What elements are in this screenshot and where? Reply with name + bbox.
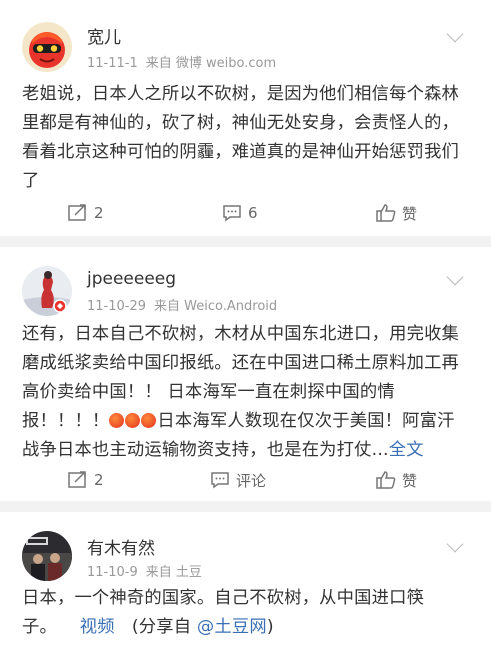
post-card: jpeeeeeeg 11-10-29 来自 Weico.Android 还有，日本… [0, 247, 491, 501]
repost-count: 2 [94, 204, 104, 222]
weibo-feed: 宽儿 11-11-1 来自 微博 weibo.com 老姐说，日本人之所以不砍树，… [0, 0, 491, 662]
repost-icon [68, 204, 86, 221]
angry-emoji-icon [141, 413, 157, 428]
like-icon [376, 204, 396, 222]
source-prefix: 来自 [145, 565, 172, 580]
comment-icon [223, 205, 241, 222]
expand-full-text-link[interactable]: 全文 [389, 440, 424, 460]
repost-button[interactable]: 2 [68, 198, 104, 228]
post-source: Weico.Android [184, 299, 278, 314]
share-prefix: (分享自 [131, 617, 192, 637]
post-actions: 2 评论 赞 [0, 465, 491, 495]
username[interactable]: jpeeeeeeg [87, 269, 176, 289]
repost-count: 2 [94, 471, 104, 489]
comment-count: 6 [248, 204, 258, 222]
comment-button[interactable]: 6 [222, 198, 258, 228]
post-date: 11-10-9 [87, 565, 138, 580]
source-prefix: 来自 [154, 299, 181, 314]
like-button[interactable]: 赞 [376, 198, 417, 228]
post-meta: 11-11-1 来自 微博 weibo.com [87, 52, 276, 71]
like-label: 赞 [402, 204, 418, 223]
post-date: 11-11-1 [87, 56, 138, 71]
post-actions: 2 6 赞 [0, 198, 491, 228]
mention-link[interactable]: @土豆网 [197, 617, 267, 637]
like-label: 赞 [402, 471, 418, 490]
chevron-down-icon[interactable] [446, 268, 464, 286]
angry-emoji-icon [125, 413, 141, 428]
share-suffix: ) [266, 617, 274, 637]
post-meta: 11-10-9 来自 土豆 [87, 561, 202, 580]
comment-icon [211, 472, 229, 489]
repost-button[interactable]: 2 [68, 465, 104, 495]
username[interactable]: 宽儿 [87, 23, 121, 48]
username[interactable]: 有木有然 [87, 534, 155, 559]
source-prefix: 来自 [145, 56, 172, 71]
repost-icon [68, 471, 86, 488]
post-date: 11-10-29 [87, 299, 147, 314]
avatar[interactable] [22, 266, 72, 316]
post-card: 有木有然 11-10-9 来自 土豆 日本，一个神奇的国家。自己不砍树，从中国进口… [0, 512, 491, 662]
post-text: 日本，一个神奇的国家。自己不砍树，从中国进口筷子。 视频 (分享自 @土豆网) [22, 584, 472, 642]
like-button[interactable]: 赞 [376, 465, 417, 495]
post-source: 微博 weibo.com [175, 56, 277, 71]
post-text: 还有，日本自己不砍树，木材从中国东北进口，用完收集磨成纸浆卖给中国印报纸。还在中… [22, 320, 472, 465]
post-card: 宽儿 11-11-1 来自 微博 weibo.com 老姐说，日本人之所以不砍树，… [0, 0, 491, 236]
video-link[interactable]: 视频 [80, 617, 115, 637]
chevron-down-icon[interactable] [446, 535, 464, 553]
post-source: 土豆 [175, 565, 202, 580]
chevron-down-icon[interactable] [446, 25, 464, 43]
avatar[interactable] [22, 22, 72, 72]
post-meta: 11-10-29 来自 Weico.Android [87, 295, 277, 314]
post-text: 老姐说，日本人之所以不砍树，是因为他们相信每个森林里都是有神仙的，砍了树，神仙无… [22, 84, 460, 191]
comment-label: 评论 [236, 471, 267, 490]
avatar[interactable] [22, 531, 72, 581]
angry-emoji-icon [109, 413, 125, 428]
like-icon [376, 471, 396, 489]
comment-button[interactable]: 评论 [210, 465, 266, 495]
